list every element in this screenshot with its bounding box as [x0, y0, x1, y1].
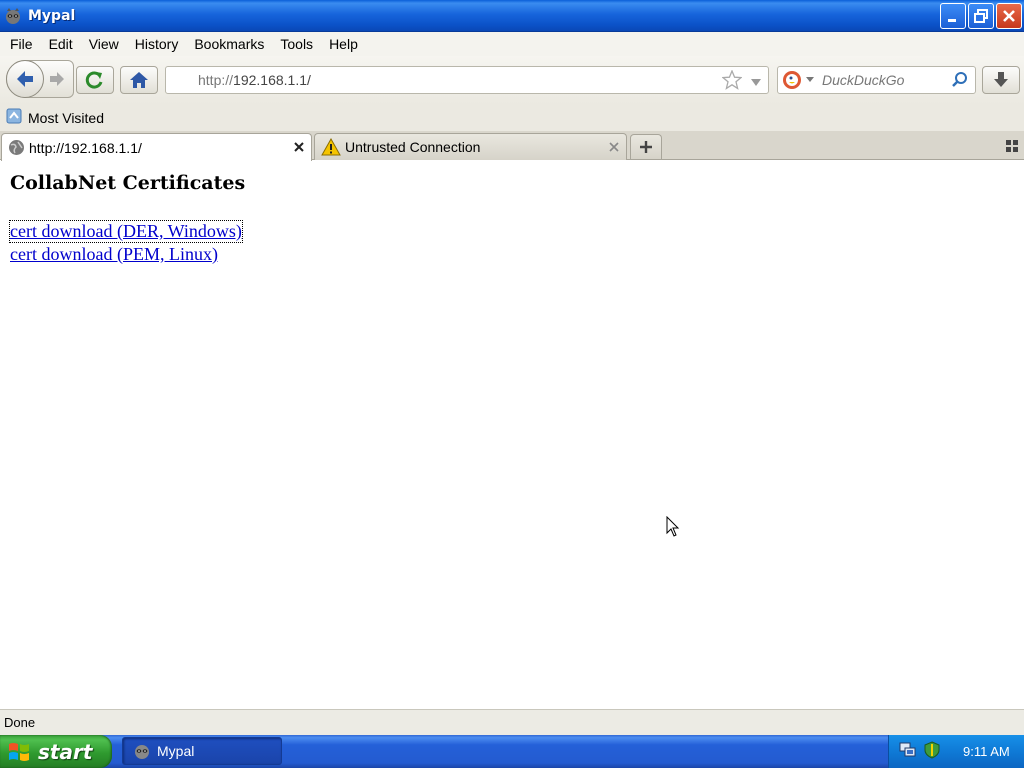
mypal-app-icon — [135, 745, 149, 759]
url-dropdown-icon[interactable] — [750, 76, 762, 91]
url-text[interactable]: http://192.168.1.1/ — [198, 72, 311, 88]
cert-download-der-link[interactable]: cert download (DER, Windows) — [9, 220, 243, 243]
navigation-toolbar: http://192.168.1.1/ — [0, 56, 1024, 104]
globe-icon — [8, 139, 25, 156]
menu-help[interactable]: Help — [323, 36, 364, 52]
minimize-button[interactable] — [940, 3, 966, 29]
back-button[interactable] — [6, 60, 44, 98]
window-title: Mypal — [28, 7, 76, 24]
back-forward-group — [6, 60, 74, 98]
tab-strip: http://192.168.1.1/ Untrusted Connection — [0, 131, 1024, 161]
start-button[interactable]: start — [0, 735, 112, 768]
taskbar: start Mypal 9:11 AM — [0, 735, 1024, 768]
window-titlebar: Mypal — [0, 0, 1024, 32]
close-window-button[interactable] — [996, 3, 1022, 29]
tab-label: http://192.168.1.1/ — [29, 139, 142, 156]
start-label: start — [38, 739, 93, 764]
list-all-tabs-icon[interactable] — [1006, 140, 1018, 156]
status-text: Done — [4, 715, 36, 730]
close-tab-icon[interactable] — [608, 140, 620, 156]
home-icon — [130, 72, 148, 88]
menu-bookmarks[interactable]: Bookmarks — [188, 36, 270, 52]
search-icon[interactable] — [951, 71, 969, 93]
page-title: CollabNet Certificates — [10, 172, 246, 194]
home-button[interactable] — [120, 66, 158, 94]
status-bar: Done — [0, 709, 1024, 735]
most-visited-bookmark[interactable]: Most Visited — [28, 110, 104, 126]
mypal-app-icon — [4, 7, 22, 25]
tab-local-page[interactable]: http://192.168.1.1/ — [1, 133, 312, 161]
downloads-button[interactable] — [982, 66, 1020, 94]
back-arrow-icon — [17, 71, 33, 87]
search-engine-selector[interactable] — [782, 70, 814, 90]
taskbar-item-mypal[interactable]: Mypal — [122, 737, 282, 765]
window-controls — [940, 3, 1022, 29]
new-tab-button[interactable] — [630, 134, 662, 159]
reload-icon — [85, 71, 103, 89]
plus-icon — [640, 141, 652, 153]
windows-logo-icon — [9, 742, 29, 761]
restore-button[interactable] — [968, 3, 994, 29]
most-visited-icon — [6, 108, 22, 128]
download-arrow-icon — [994, 72, 1008, 87]
duckduckgo-icon — [783, 71, 801, 89]
menu-view[interactable]: View — [83, 36, 125, 52]
url-bar[interactable]: http://192.168.1.1/ — [165, 66, 769, 94]
search-input[interactable] — [822, 72, 952, 88]
minimize-icon — [948, 19, 956, 22]
system-tray: 9:11 AM — [888, 735, 1024, 768]
forward-button[interactable] — [47, 69, 67, 93]
close-tab-icon[interactable] — [293, 140, 305, 156]
bookmarks-toolbar: Most Visited — [0, 104, 1024, 131]
menu-history[interactable]: History — [129, 36, 185, 52]
clock: 9:11 AM — [963, 744, 1010, 759]
network-icon[interactable] — [899, 741, 917, 763]
security-shield-icon[interactable] — [923, 740, 941, 763]
restore-icon — [974, 9, 988, 23]
menu-tools[interactable]: Tools — [274, 36, 319, 52]
tab-untrusted-connection[interactable]: Untrusted Connection — [314, 133, 627, 160]
chevron-down-icon — [806, 77, 814, 82]
close-icon — [1003, 10, 1015, 22]
tab-label: Untrusted Connection — [345, 139, 481, 155]
reload-button[interactable] — [76, 66, 114, 94]
taskbar-item-label: Mypal — [157, 743, 195, 759]
warning-icon — [321, 138, 341, 156]
forward-arrow-icon — [50, 72, 64, 86]
search-bar — [777, 66, 976, 94]
bookmark-star-icon[interactable] — [721, 69, 743, 94]
page-content: CollabNet Certificates cert download (DE… — [0, 161, 1024, 708]
menu-edit[interactable]: Edit — [43, 36, 79, 52]
menu-file[interactable]: File — [4, 36, 39, 52]
mouse-pointer-icon — [666, 515, 680, 542]
cert-download-pem-link[interactable]: cert download (PEM, Linux) — [10, 244, 218, 265]
menu-bar: File Edit View History Bookmarks Tools H… — [0, 32, 1024, 56]
